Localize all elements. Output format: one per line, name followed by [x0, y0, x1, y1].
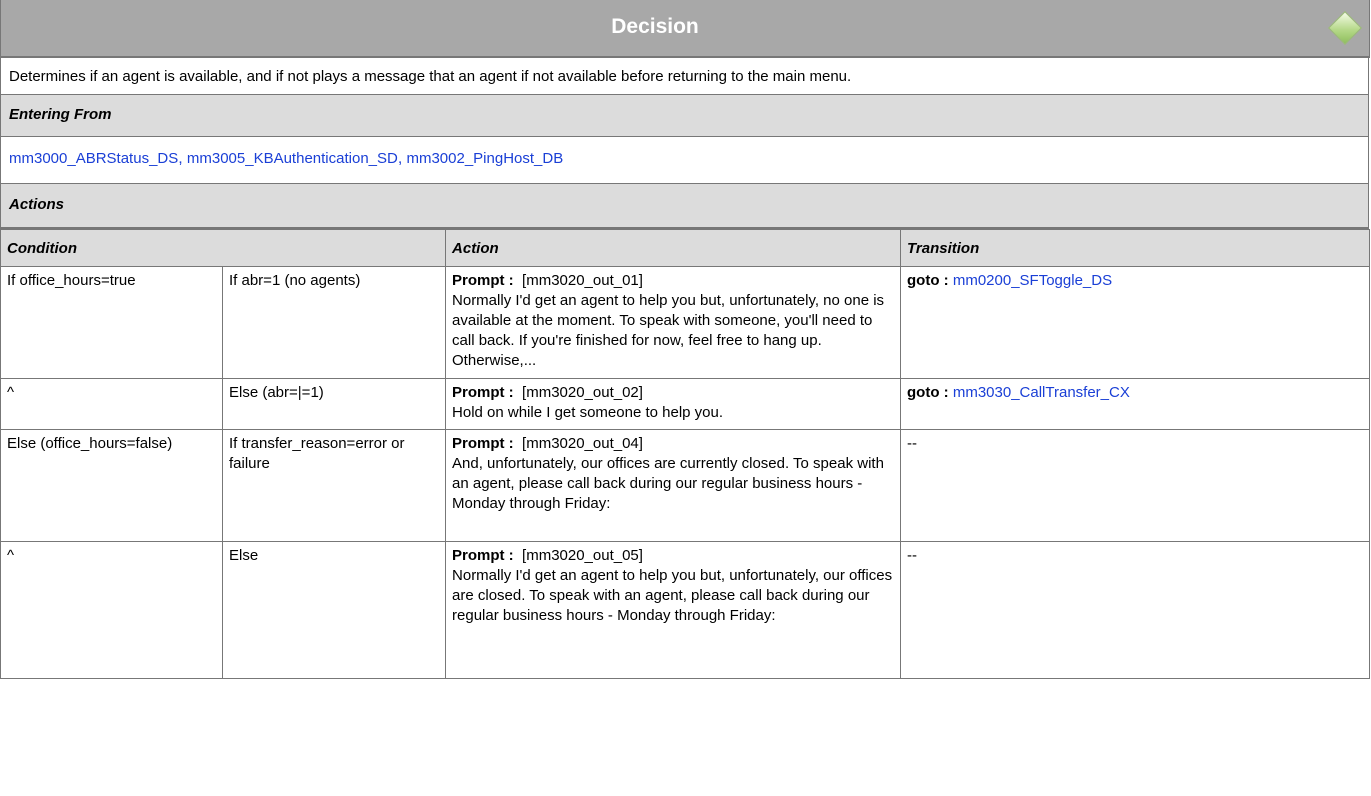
prompt-label: Prompt :	[452, 547, 514, 564]
goto-link[interactable]: mm0200_SFToggle_DS	[953, 272, 1112, 289]
action-cell: Prompt : [mm3020_out_05] Normally I'd ge…	[445, 541, 902, 679]
action-cell: Prompt : [mm3020_out_04] And, unfortunat…	[445, 429, 902, 542]
prompt-text: Normally I'd get an agent to help you bu…	[452, 292, 885, 369]
table-row: ^ Else (abr=|=1) Prompt : [mm3020_out_02…	[0, 378, 1371, 430]
prompt-label: Prompt :	[452, 272, 514, 289]
action-cell: Prompt : [mm3020_out_01] Normally I'd ge…	[445, 266, 902, 379]
decision-page: Decision Determines if an agent is avail…	[0, 0, 1371, 796]
entering-link-kbauthentication[interactable]: mm3005_KBAuthentication_SD	[187, 150, 398, 167]
prompt-id: [mm3020_out_04]	[522, 435, 643, 452]
condition-cell: ^	[0, 541, 223, 679]
column-header-transition: Transition	[900, 229, 1371, 267]
actions-table: Condition Action Transition If office_ho…	[0, 229, 1371, 679]
header-title: Decision	[611, 15, 699, 38]
entering-link-abrstatus[interactable]: mm3000_ABRStatus_DS	[9, 150, 178, 167]
subcondition-cell: If abr=1 (no agents)	[221, 266, 447, 379]
subcondition-cell: If transfer_reason=error or failure	[221, 429, 447, 542]
table-row: Else (office_hours=false) If transfer_re…	[0, 429, 1371, 542]
prompt-label: Prompt :	[452, 384, 514, 401]
table-row: ^ Else Prompt : [mm3020_out_05] Normally…	[0, 541, 1371, 679]
prompt-id: [mm3020_out_02]	[522, 384, 643, 401]
subcondition-cell: Else	[221, 541, 447, 679]
description: Determines if an agent is available, and…	[0, 58, 1369, 95]
prompt-text: Hold on while I get someone to help you.	[452, 404, 724, 421]
decision-diamond-icon	[1328, 11, 1362, 45]
transition-cell: goto : mm0200_SFToggle_DS	[900, 266, 1371, 379]
prompt-text: And, unfortunately, our offices are curr…	[452, 455, 884, 512]
prompt-label: Prompt :	[452, 435, 514, 452]
goto-label: goto :	[907, 384, 949, 401]
condition-cell: ^	[0, 378, 223, 430]
transition-cell: goto : mm3030_CallTransfer_CX	[900, 378, 1371, 430]
link-separator: ,	[397, 150, 403, 167]
goto-link[interactable]: mm3030_CallTransfer_CX	[953, 384, 1130, 401]
column-header-action: Action	[445, 229, 902, 267]
condition-cell: Else (office_hours=false)	[0, 429, 223, 542]
subcondition-cell: Else (abr=|=1)	[221, 378, 447, 430]
goto-label: goto :	[907, 272, 949, 289]
transition-cell: --	[900, 429, 1371, 542]
table-row: If office_hours=true If abr=1 (no agents…	[0, 266, 1371, 379]
prompt-text: Normally I'd get an agent to help you bu…	[452, 567, 893, 624]
link-separator: ,	[178, 150, 183, 167]
prompt-id: [mm3020_out_01]	[522, 272, 643, 289]
condition-cell: If office_hours=true	[0, 266, 223, 379]
action-cell: Prompt : [mm3020_out_02] Hold on while I…	[445, 378, 902, 430]
entering-from-links: mm3000_ABRStatus_DS, mm3005_KBAuthentica…	[0, 137, 1369, 184]
column-header-condition: Condition	[0, 229, 447, 267]
actions-heading: Actions	[0, 184, 1369, 229]
entering-from-heading: Entering From	[0, 95, 1369, 137]
transition-cell: --	[900, 541, 1371, 679]
actions-header-row: Condition Action Transition	[0, 229, 1371, 267]
decision-header: Decision	[0, 0, 1370, 58]
prompt-id: [mm3020_out_05]	[522, 547, 643, 564]
entering-link-pinghost[interactable]: mm3002_PingHost_DB	[406, 150, 563, 167]
